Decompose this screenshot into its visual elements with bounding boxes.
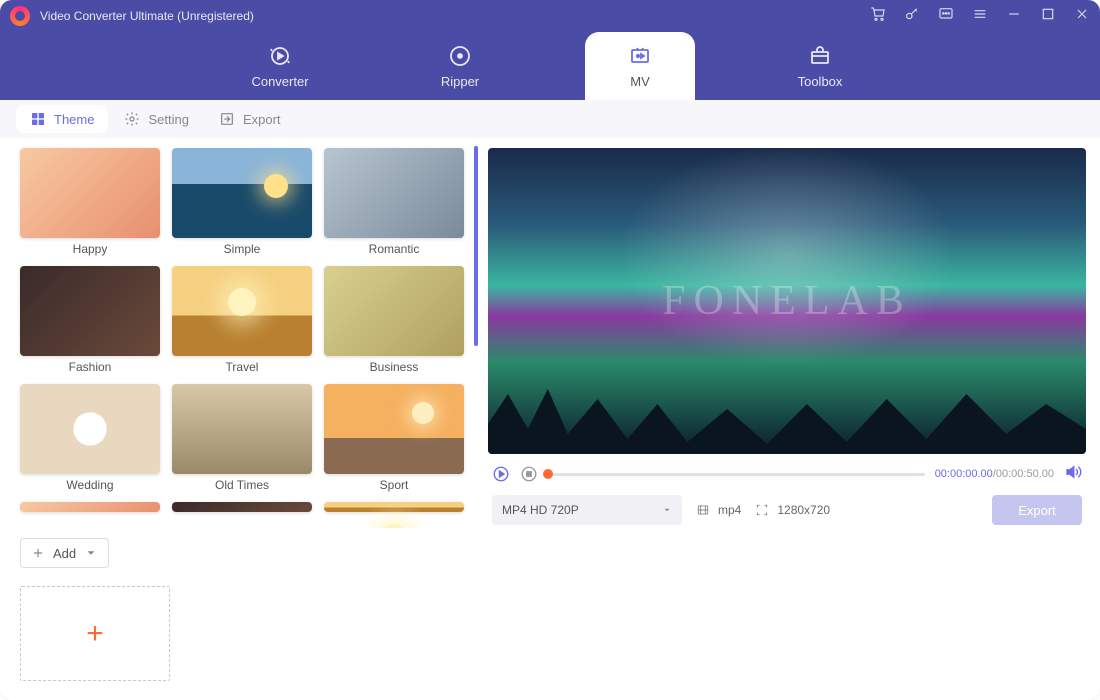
cart-icon[interactable]	[870, 6, 886, 27]
feedback-icon[interactable]	[938, 6, 954, 27]
theme-business[interactable]: Business	[324, 266, 464, 374]
sub-tabs: Theme Setting Export	[0, 100, 1100, 138]
theme-thumbnail	[20, 148, 160, 238]
stop-button[interactable]	[520, 465, 538, 483]
tab-mv[interactable]: MV	[585, 32, 695, 100]
main-tabs: Converter Ripper MV Toolbox	[0, 32, 1100, 100]
theme-thumbnail	[324, 384, 464, 474]
theme-thumbnail	[20, 266, 160, 356]
timeline-panel: Add +	[0, 528, 1100, 698]
theme-partial[interactable]	[20, 502, 160, 512]
time-display: 00:00:00.00/00:00:50.00	[935, 468, 1054, 480]
format-value: MP4 HD 720P	[502, 503, 579, 517]
theme-thumbnail	[20, 502, 160, 512]
tab-label: Ripper	[441, 74, 479, 89]
tab-label: Converter	[251, 74, 308, 89]
theme-wedding[interactable]: Wedding	[20, 384, 160, 492]
theme-happy[interactable]: Happy	[20, 148, 160, 256]
theme-thumbnail	[172, 502, 312, 512]
header: Video Converter Ultimate (Unregistered)	[0, 0, 1100, 100]
expand-icon	[755, 503, 769, 517]
chevron-down-icon	[662, 505, 672, 515]
play-button[interactable]	[492, 465, 510, 483]
theme-grid: Happy Simple Romantic Fashion Travel Bus…	[20, 148, 474, 512]
add-button[interactable]: Add	[20, 538, 109, 568]
main-area: Happy Simple Romantic Fashion Travel Bus…	[0, 138, 1100, 700]
seek-knob[interactable]	[543, 469, 553, 479]
add-label: Add	[53, 546, 76, 561]
plus-icon: +	[86, 617, 104, 651]
window-controls	[870, 6, 1090, 27]
title-bar: Video Converter Ultimate (Unregistered)	[0, 0, 1100, 32]
theme-thumbnail	[20, 384, 160, 474]
theme-partial[interactable]	[172, 502, 312, 512]
theme-thumbnail	[324, 148, 464, 238]
time-current: 00:00:00.00	[935, 468, 993, 480]
theme-panel: Happy Simple Romantic Fashion Travel Bus…	[0, 138, 480, 528]
preview-panel: FONELAB	[480, 138, 1100, 528]
theme-partial[interactable]	[324, 502, 464, 512]
preview-watermark: FONELAB	[662, 277, 912, 325]
theme-fashion[interactable]: Fashion	[20, 266, 160, 374]
tab-ripper[interactable]: Ripper	[405, 32, 515, 100]
film-icon	[696, 503, 710, 517]
theme-thumbnail	[172, 266, 312, 356]
resolution-value: 1280x720	[777, 503, 830, 517]
volume-button[interactable]	[1064, 463, 1082, 486]
app-window: Video Converter Ultimate (Unregistered)	[0, 0, 1100, 700]
maximize-icon[interactable]	[1040, 6, 1056, 27]
subtab-setting[interactable]: Setting	[110, 105, 202, 133]
player-controls: 00:00:00.00/00:00:50.00	[488, 460, 1086, 488]
subtab-export[interactable]: Export	[205, 105, 295, 133]
key-icon[interactable]	[904, 6, 920, 27]
close-icon[interactable]	[1074, 6, 1090, 27]
tab-toolbox[interactable]: Toolbox	[765, 32, 875, 100]
menu-icon[interactable]	[972, 6, 988, 27]
subtab-label: Setting	[148, 112, 188, 127]
format-ext-display: mp4	[696, 503, 741, 517]
subtab-theme[interactable]: Theme	[16, 105, 108, 133]
minimize-icon[interactable]	[1006, 6, 1022, 27]
tab-converter[interactable]: Converter	[225, 32, 335, 100]
chevron-down-icon	[84, 546, 98, 560]
theme-thumbnail	[172, 384, 312, 474]
app-title: Video Converter Ultimate (Unregistered)	[40, 9, 870, 23]
export-button[interactable]: Export	[992, 495, 1082, 525]
theme-sport[interactable]: Sport	[324, 384, 464, 492]
format-ext: mp4	[718, 503, 741, 517]
tab-label: Toolbox	[798, 74, 843, 89]
theme-scrollbar[interactable]	[474, 146, 478, 346]
time-total: 00:00:50.00	[996, 468, 1054, 480]
tab-label: MV	[630, 74, 650, 89]
theme-travel[interactable]: Travel	[172, 266, 312, 374]
content-row: Happy Simple Romantic Fashion Travel Bus…	[0, 138, 1100, 528]
theme-thumbnail	[324, 266, 464, 356]
format-dropdown[interactable]: MP4 HD 720P	[492, 495, 682, 525]
app-logo-icon	[10, 6, 30, 26]
subtab-label: Theme	[54, 112, 94, 127]
theme-thumbnail	[324, 502, 464, 512]
theme-simple[interactable]: Simple	[172, 148, 312, 256]
resolution-display: 1280x720	[755, 503, 830, 517]
add-media-placeholder[interactable]: +	[20, 586, 170, 681]
seek-slider[interactable]	[548, 473, 925, 476]
subtab-label: Export	[243, 112, 281, 127]
theme-old-times[interactable]: Old Times	[172, 384, 312, 492]
theme-thumbnail	[172, 148, 312, 238]
video-preview[interactable]: FONELAB	[488, 148, 1086, 454]
preview-foreground	[488, 384, 1086, 454]
export-row: MP4 HD 720P mp4 1280x720 Export	[488, 488, 1086, 528]
theme-romantic[interactable]: Romantic	[324, 148, 464, 256]
plus-icon	[31, 546, 45, 560]
